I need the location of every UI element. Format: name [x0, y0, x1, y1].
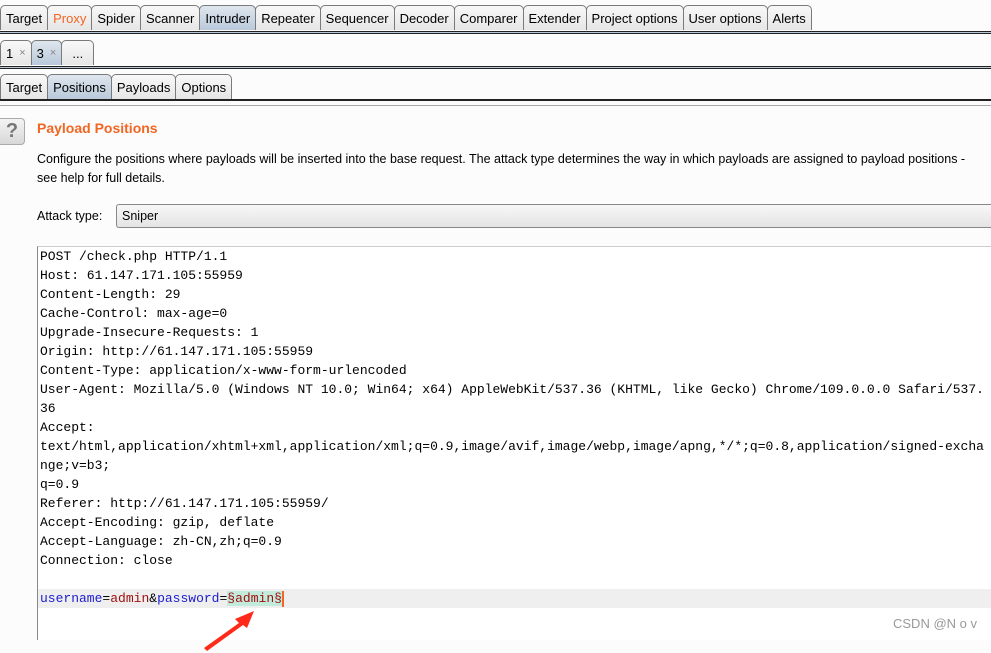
tab-label: Target: [6, 10, 43, 26]
request-line: POST /check.php HTTP/1.1: [40, 249, 228, 264]
text-caret: [281, 590, 284, 607]
tab-intruder[interactable]: Intruder: [199, 5, 257, 30]
request-line: Connection: close: [40, 553, 173, 568]
tab-label: Alerts: [772, 10, 806, 26]
subtab-target[interactable]: Target: [0, 74, 49, 99]
request-line: Accept-Encoding: gzip, deflate: [40, 515, 275, 530]
divider: [0, 66, 991, 69]
tab-scanner[interactable]: Scanner: [139, 5, 201, 30]
divider: [0, 31, 991, 34]
tab-sequencer[interactable]: Sequencer: [319, 5, 395, 30]
attack-type-select[interactable]: Sniper: [116, 204, 991, 228]
request-line: q=0.9: [40, 477, 80, 492]
ampersand: &: [149, 591, 158, 606]
param-name: username: [40, 591, 103, 606]
sub-tab-bar: Target Positions Payloads Options: [0, 74, 991, 99]
request-body-line[interactable]: username=admin&password=§admin§: [38, 589, 991, 608]
section-title: Payload Positions: [37, 120, 158, 136]
tab-label: User options: [688, 10, 762, 26]
tab-decoder[interactable]: Decoder: [393, 5, 455, 30]
request-line: Cache-Control: max-age=0: [40, 306, 228, 321]
tab-label: Intruder: [205, 10, 251, 26]
divider: [0, 99, 991, 101]
param-name: password: [157, 591, 220, 606]
tab-label: 1: [6, 45, 14, 61]
attack-tab-bar: 1 × 3 ×...: [0, 40, 991, 65]
tab-label: Comparer: [459, 10, 518, 26]
request-line: text/html,application/xhtml+xml,applicat…: [40, 439, 984, 473]
tab-target[interactable]: Target: [0, 5, 49, 30]
tab-comparer[interactable]: Comparer: [453, 5, 524, 30]
attack-tab-3[interactable]: 3 ×: [30, 40, 63, 65]
tab-label: Proxy: [53, 10, 87, 26]
payload-value: admin: [235, 591, 275, 606]
main-tab-bar: Target Proxy Spider Scanner Intruder Repeater…: [0, 5, 991, 30]
payload-position[interactable]: §admin§: [227, 591, 282, 606]
request-line: [38, 570, 991, 589]
subtab-payloads[interactable]: Payloads: [110, 74, 177, 99]
request-line: Accept-Language: zh-CN,zh;q=0.9: [40, 534, 282, 549]
tab-label: Repeater: [261, 10, 315, 26]
tab-label: Project options: [591, 10, 678, 26]
help-button[interactable]: ?: [0, 118, 25, 145]
tab-label: Extender: [528, 10, 581, 26]
attack-type-label: Attack type:: [37, 209, 103, 223]
tab-alerts[interactable]: Alerts: [766, 5, 812, 30]
request-line: Host: 61.147.171.105:55959: [40, 268, 243, 283]
request-line: Content-Length: 29: [40, 287, 181, 302]
close-tab-icon[interactable]: ×: [50, 47, 56, 59]
subtab-positions[interactable]: Positions: [47, 74, 112, 99]
request-line: Upgrade-Insecure-Requests: 1: [40, 325, 259, 340]
tab-extender[interactable]: Extender: [522, 5, 587, 30]
payload-marker-end: §: [274, 591, 282, 606]
tab-label: Options: [181, 79, 227, 95]
tab-project-options[interactable]: Project options: [585, 5, 684, 30]
tab-label: 3: [36, 45, 44, 61]
tab-label: Scanner: [145, 10, 195, 26]
request-line: Accept:: [40, 420, 95, 435]
subtab-options[interactable]: Options: [175, 74, 233, 99]
tab-repeater[interactable]: Repeater: [255, 5, 321, 30]
tab-label: Sequencer: [325, 10, 389, 26]
tab-label: Payloads: [116, 79, 171, 95]
attack-tab-more[interactable]: ...: [61, 40, 95, 65]
tab-user-options[interactable]: User options: [682, 5, 768, 30]
request-editor[interactable]: POST /check.php HTTP/1.1 Host: 61.147.171…: [37, 246, 991, 640]
tab-label: Spider: [97, 10, 135, 26]
red-arrow-annotation: [204, 611, 255, 651]
tab-label: ...: [72, 45, 84, 61]
param-value: admin: [110, 591, 150, 606]
tab-label: Positions: [53, 79, 106, 95]
divider: [0, 105, 991, 106]
payload-marker-start: §: [227, 591, 236, 606]
tab-label: Decoder: [399, 10, 449, 26]
watermark: CSDN @N o v: [893, 616, 977, 631]
tab-label: Target: [6, 79, 43, 95]
tab-spider[interactable]: Spider: [91, 5, 141, 30]
request-line: User-Agent: Mozilla/5.0 (Windows NT 10.0…: [40, 382, 984, 416]
close-tab-icon[interactable]: ×: [19, 47, 25, 59]
request-line: Content-Type: application/x-www-form-url…: [40, 363, 407, 378]
tab-proxy[interactable]: Proxy: [47, 5, 93, 30]
attack-type-value: Sniper: [122, 209, 159, 223]
request-line: Origin: http://61.147.171.105:55959: [40, 344, 314, 359]
request-line: Referer: http://61.147.171.105:55959/: [40, 496, 329, 511]
section-description: Configure the positions where payloads w…: [37, 152, 966, 185]
attack-tab-1[interactable]: 1 ×: [0, 40, 32, 65]
